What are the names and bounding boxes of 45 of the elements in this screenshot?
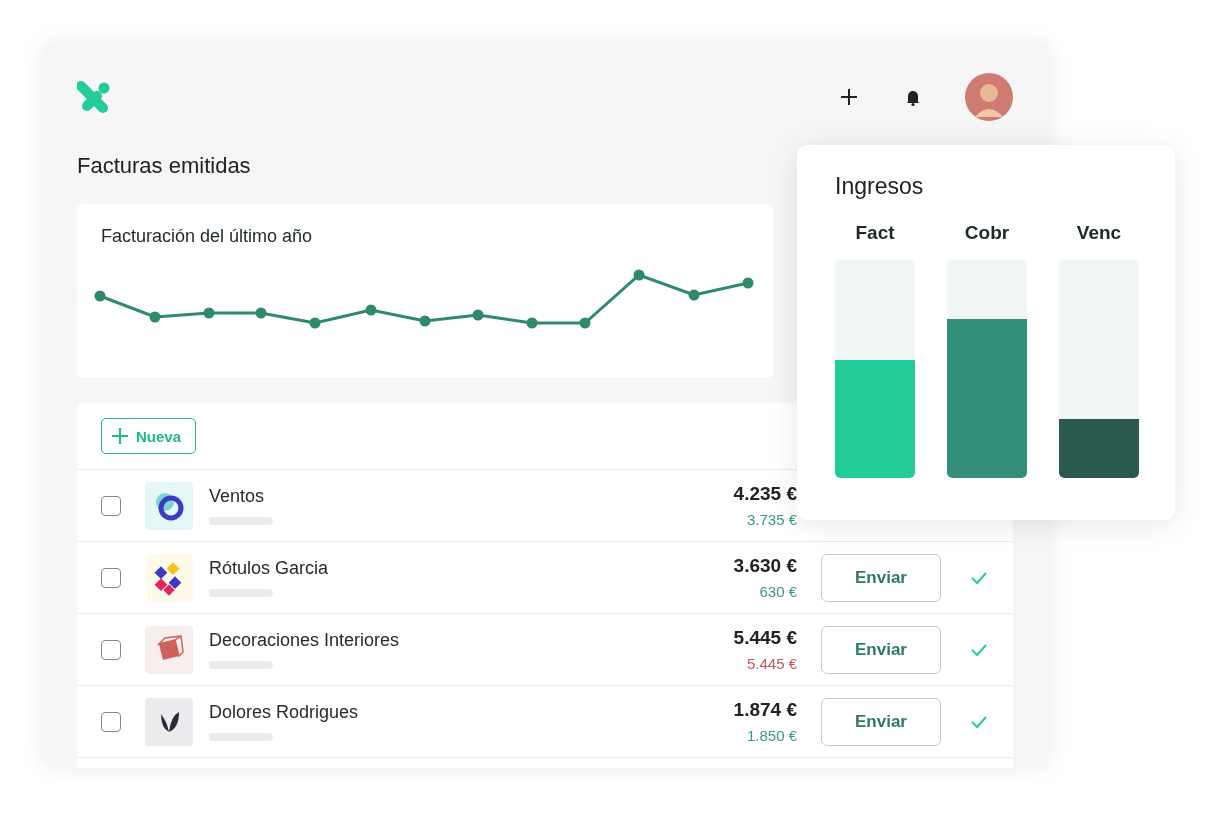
data-point <box>149 311 161 323</box>
paid-amount: 3.735 € <box>746 511 797 528</box>
leaf-logo-icon <box>145 697 193 746</box>
paid-amount: 1.850 € <box>746 727 797 744</box>
data-point <box>633 269 645 281</box>
row-checkbox[interactable] <box>101 711 121 732</box>
plus-icon <box>110 426 130 446</box>
row-checkbox[interactable] <box>101 567 121 588</box>
logo-icon[interactable] <box>77 80 111 114</box>
data-point <box>472 309 484 321</box>
data-point <box>203 307 215 319</box>
row-checkbox[interactable] <box>101 639 121 660</box>
data-point <box>255 307 267 319</box>
data-point <box>94 290 106 302</box>
data-point <box>526 317 538 329</box>
data-point <box>365 304 377 316</box>
client-name: Dolores Rodrigues <box>209 702 360 723</box>
chart-title: Facturación del último año <box>101 226 314 247</box>
data-point <box>309 317 321 329</box>
invoice-total: 4.235 € <box>733 483 797 505</box>
row-checkbox[interactable] <box>101 495 121 516</box>
invoice-total: 1.874 € <box>733 699 797 721</box>
bar-label: Cobr <box>964 222 1010 244</box>
bar-label: Venc <box>1076 222 1122 244</box>
data-point <box>579 317 591 329</box>
paid-amount: 630 € <box>759 583 797 600</box>
data-point <box>419 315 431 327</box>
client-name: Decoraciones Interiores <box>209 630 401 651</box>
client-name: Ventos <box>209 486 266 507</box>
paid-amount: 5.445 € <box>746 655 797 672</box>
client-name: Rótulos Garcia <box>209 558 330 579</box>
invoice-total: 5.445 € <box>733 627 797 649</box>
data-point <box>688 289 700 301</box>
invoice-total: 3.630 € <box>733 555 797 577</box>
page-title: Facturas emitidas <box>77 152 252 180</box>
rings-logo-icon <box>145 481 193 530</box>
send-button[interactable]: Enviar <box>821 625 941 674</box>
diamonds-logo-icon <box>145 553 193 602</box>
data-point <box>742 277 754 289</box>
panel-title: Ingresos <box>835 173 925 200</box>
send-button[interactable]: Enviar <box>821 697 941 746</box>
send-button[interactable]: Enviar <box>821 553 941 602</box>
cube-logo-icon <box>145 625 193 674</box>
avatar-icon[interactable] <box>965 73 1013 121</box>
bar-label: Fact <box>855 222 895 244</box>
